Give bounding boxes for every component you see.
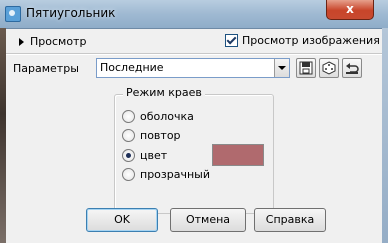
- preview-toggle-label: Просмотр: [30, 35, 87, 48]
- show-image-label: Просмотр изображения: [242, 34, 380, 47]
- save-preset-button[interactable]: [296, 58, 316, 78]
- radio-transparent[interactable]: прозрачный: [122, 168, 210, 181]
- help-button[interactable]: Справка: [254, 208, 326, 232]
- chevron-down-icon[interactable]: [274, 59, 289, 77]
- save-icon: [299, 61, 313, 75]
- radio-label: оболочка: [140, 110, 194, 123]
- preview-toggle[interactable]: Просмотр: [19, 35, 86, 48]
- reset-icon: [346, 63, 359, 74]
- close-button[interactable]: x: [326, 0, 374, 20]
- ok-button[interactable]: OK: [86, 208, 158, 232]
- randomize-button[interactable]: [319, 58, 339, 78]
- reset-button[interactable]: [342, 58, 362, 78]
- radio-color[interactable]: цвет: [122, 149, 167, 162]
- radio-label: цвет: [140, 149, 168, 162]
- params-dropdown-value: Последние: [100, 61, 164, 74]
- radio-repeat[interactable]: повтор: [122, 129, 181, 142]
- dice-icon: [322, 61, 336, 75]
- expand-triangle-icon: [19, 37, 24, 46]
- window-title: Пятиугольник: [26, 6, 116, 20]
- radio-label: прозрачный: [140, 168, 211, 181]
- divider: [6, 53, 382, 55]
- cancel-button[interactable]: Отмена: [170, 208, 246, 232]
- title-bar: Пятиугольник x: [0, 0, 388, 29]
- params-dropdown[interactable]: Последние: [96, 58, 290, 78]
- show-image-checkbox[interactable]: [225, 34, 238, 47]
- radio-envelope[interactable]: оболочка: [122, 110, 194, 123]
- app-icon: [5, 6, 21, 22]
- radio-button[interactable]: [122, 110, 135, 123]
- dialog-body: Просмотр Просмотр изображения Параметры …: [6, 28, 382, 243]
- color-swatch[interactable]: [212, 144, 264, 166]
- edge-mode-title: Режим краев: [123, 86, 205, 99]
- radio-label: повтор: [140, 129, 181, 142]
- radio-button[interactable]: [122, 168, 135, 181]
- params-label: Параметры: [13, 62, 79, 75]
- radio-button-selected[interactable]: [122, 149, 135, 162]
- show-image-option[interactable]: Просмотр изображения: [225, 34, 380, 47]
- radio-button[interactable]: [122, 129, 135, 142]
- window-frame-right: [382, 28, 388, 243]
